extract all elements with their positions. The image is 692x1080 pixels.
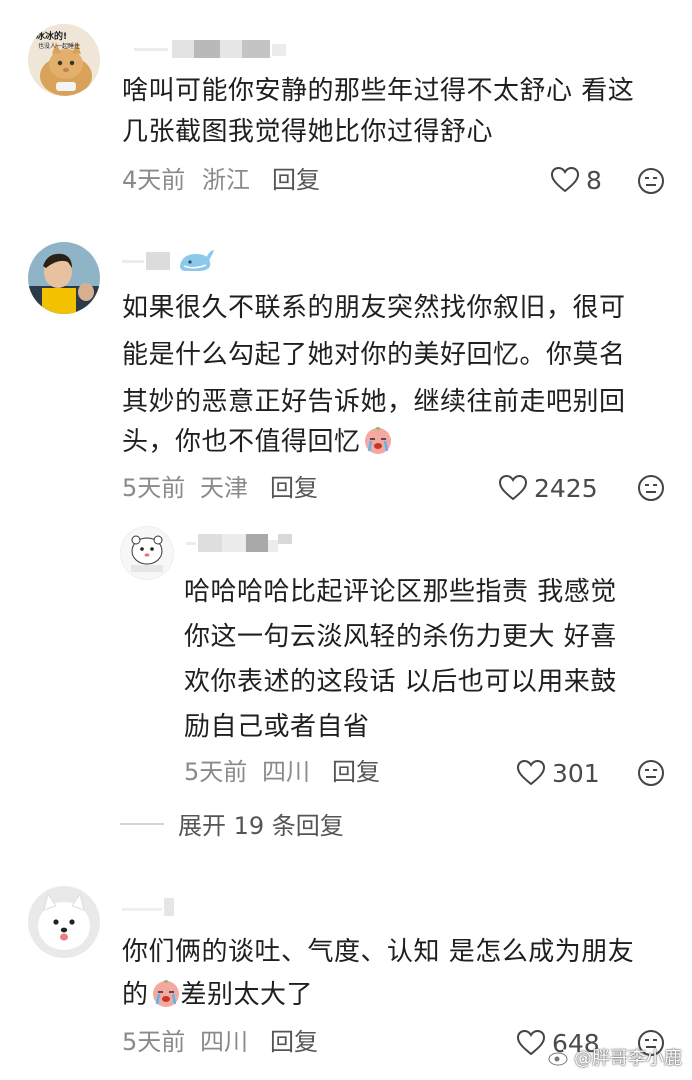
avatar[interactable] [28,886,100,958]
expand-replies-label: 展开 19 条回复 [178,812,344,840]
comment-text: 差别太大了 [180,980,314,1010]
like-count: 2425 [534,473,598,503]
expand-replies-button[interactable]: 展开 19 条回复 [120,806,344,841]
like-count: 301 [552,758,600,788]
comment-time: 5天前 [122,474,186,502]
person-avatar-image [28,242,100,314]
crying-face-emoji [364,427,391,454]
like-button[interactable]: 8 [550,164,602,196]
crying-face-emoji [152,980,179,1007]
like-button[interactable]: 301 [516,757,600,789]
comment-location: 浙江 [202,166,250,194]
comment-text: 你们俩的谈吐、气度、认知 是怎么成为朋友 [122,937,635,967]
comment-time: 5天前 [122,1028,186,1056]
neutral-face-icon[interactable] [636,473,666,503]
comment-time: 4天前 [122,166,186,194]
comment-text: 啥叫可能你安静的那些年过得不太舒心 看这 [122,76,635,106]
avatar[interactable]: 冰冰的! 也没人一起睡住 [28,24,100,96]
reply-button[interactable]: 回复 [272,164,320,196]
comment-text: 其妙的恶意正好告诉她，继续往前走吧别回 [122,387,626,417]
neutral-face-icon[interactable] [636,758,666,788]
dog-avatar-image [28,886,100,958]
reply-button[interactable]: 回复 [332,756,380,788]
comment-text-last: 头，你也不值得回忆 [122,422,393,463]
comment-text: 哈哈哈哈比起评论区那些指责 我感觉 [184,577,617,607]
reply-button[interactable]: 回复 [270,1026,318,1058]
weibo-logo-icon [548,1049,569,1066]
whale-icon [180,250,214,271]
comment-time: 5天前 [184,758,248,786]
comment-text: 励自己或者自省 [184,712,370,742]
comment-location: 四川 [200,1028,248,1056]
avatar[interactable] [28,242,100,314]
heart-outline-icon [550,166,580,193]
cartoon-avatar-image [121,527,173,579]
comment-text: 头，你也不值得回忆 [122,427,361,457]
comment-location: 四川 [262,758,310,786]
heart-outline-icon [516,1029,546,1056]
comment-text: 的 [122,980,149,1010]
watermark: @胖哥李小鹿 [548,1044,682,1070]
username-blurred[interactable] [186,534,296,552]
comment-text: 几张截图我觉得她比你过得舒心 [122,117,494,147]
username-blurred[interactable] [122,40,292,58]
username-blurred[interactable] [122,252,182,270]
comment-text: 能是什么勾起了她对你的美好回忆。你莫名 [122,340,626,370]
reply-button[interactable]: 回复 [270,472,318,504]
heart-outline-icon [516,759,546,786]
comment-text-last: 的 差别太大了 [122,975,313,1016]
heart-outline-icon [498,474,528,501]
username-blurred[interactable] [122,898,182,916]
comment-location: 天津 [200,474,248,502]
comment-text: 如果很久不联系的朋友突然找你叙旧，很可 [122,293,626,323]
divider-line [120,822,164,825]
like-count: 8 [586,165,602,195]
avatar[interactable] [120,526,174,580]
comment-text: 你这一句云淡风轻的杀伤力更大 好喜 [184,622,617,652]
avatar-caption-sub: 也没人一起睡住 [38,43,81,50]
comment-text: 欢你表述的这段话 以后也可以用来鼓 [184,667,617,697]
neutral-face-icon[interactable] [636,166,666,196]
watermark-text: @胖哥李小鹿 [574,1048,682,1069]
like-button[interactable]: 2425 [498,472,598,504]
